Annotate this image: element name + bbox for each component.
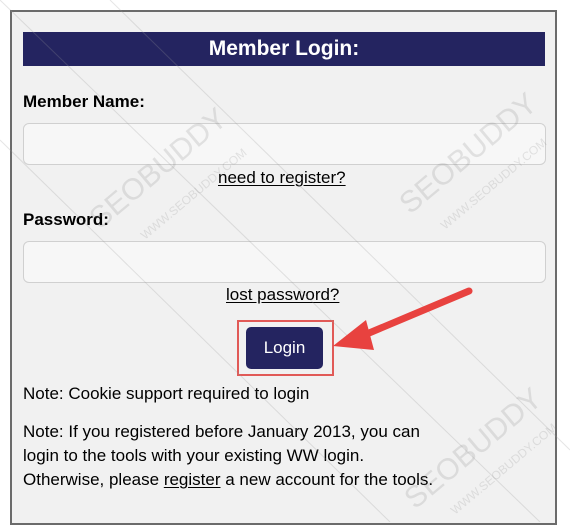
login-panel: Member Login: Member Name: need to regis…: [10, 10, 557, 525]
password-label: Password:: [23, 210, 109, 229]
register-link[interactable]: register: [164, 470, 221, 489]
registered-note: Note: If you registered before January 2…: [23, 420, 433, 492]
panel-title: Member Login:: [23, 32, 545, 66]
member-name-label: Member Name:: [23, 92, 145, 111]
need-to-register-link[interactable]: need to register?: [218, 168, 346, 188]
password-input[interactable]: [23, 241, 546, 283]
login-button[interactable]: Login: [246, 327, 323, 369]
registered-note-line-2: login to the tools with your existing WW…: [23, 446, 365, 465]
registered-note-prefix: Otherwise, please: [23, 470, 160, 489]
member-name-input[interactable]: [23, 123, 546, 165]
registered-note-line-3: Otherwise, please register a new account…: [23, 468, 433, 492]
lost-password-link[interactable]: lost password?: [226, 285, 339, 305]
registered-note-suffix: a new account for the tools.: [225, 470, 434, 489]
registered-note-line-1: Note: If you registered before January 2…: [23, 422, 420, 441]
cookie-note: Note: Cookie support required to login: [23, 384, 310, 403]
